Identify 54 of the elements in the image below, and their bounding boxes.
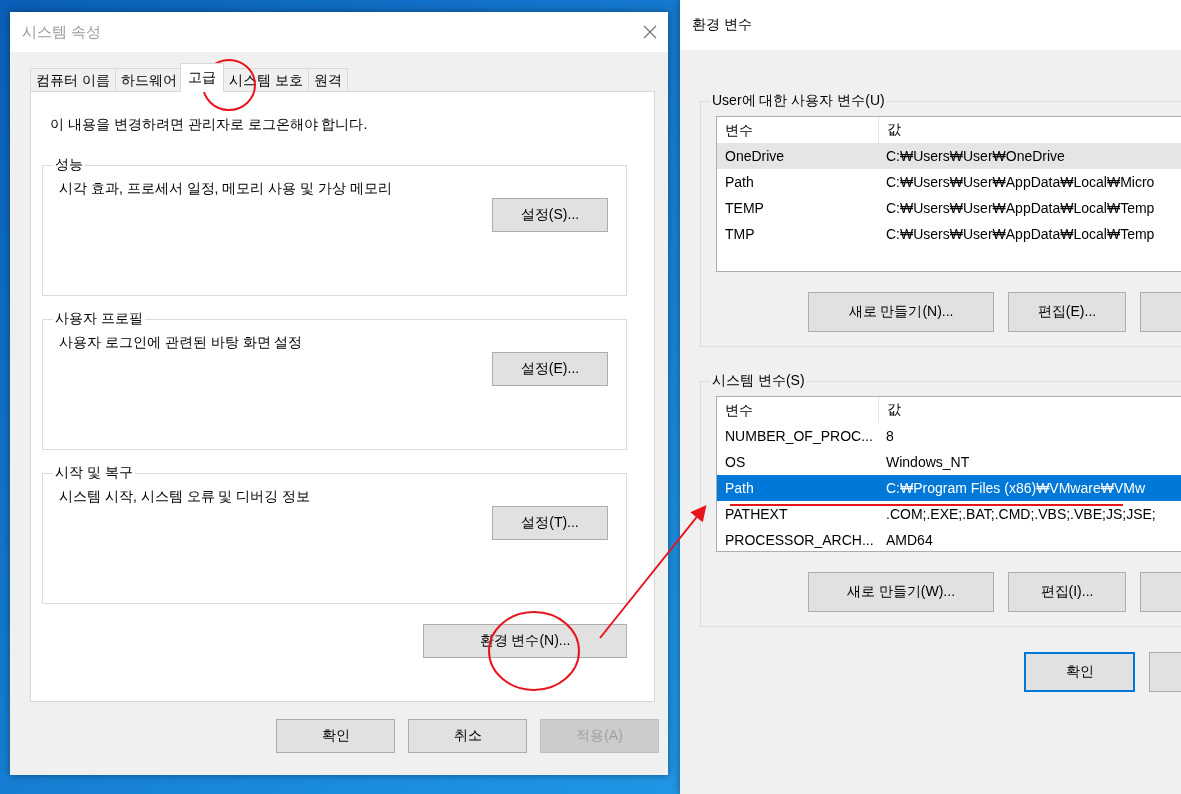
list-row[interactable]: NUMBER_OF_PROC... 8 (717, 423, 1181, 449)
window-title: 시스템 속성 (22, 22, 102, 42)
list-row[interactable]: OS Windows_NT (717, 449, 1181, 475)
variable-value: 8 (885, 428, 894, 444)
variable-value: C:₩Program Files (x86)₩VMware₩VMw (885, 480, 1145, 496)
list-row[interactable]: PATHEXT .COM;.EXE;.BAT;.CMD;.VBS;.VBE;JS;JSE; (717, 501, 1181, 527)
variable-value: C:₩Users₩User₩AppData₩Local₩Temp (885, 200, 1155, 216)
window-title: 환경 변수 (692, 16, 752, 34)
list-action-button[interactable]: 편집(E)... (1008, 292, 1126, 332)
group-description: 시스템 시작, 시스템 오류 및 디버깅 정보 (59, 488, 312, 506)
list-action-button[interactable]: 새로 만들기(W)... (808, 572, 994, 612)
variable-value: AMD64 (885, 532, 933, 548)
list-row[interactable]: OneDrive C:₩Users₩User₩OneDrive (717, 143, 1181, 169)
settings-button[interactable]: 설정(T)... (492, 506, 608, 540)
variable-name: OneDrive (724, 148, 786, 164)
dialog-button[interactable]: 취소 (408, 719, 527, 753)
variable-name: Path (724, 480, 755, 496)
variable-name: TMP (724, 226, 756, 242)
variable-name: PROCESSOR_ARCH... (724, 532, 875, 548)
variable-value: C:₩Users₩User₩AppData₩Local₩Temp (885, 226, 1155, 242)
group-description: 사용자 로그인에 관련된 바탕 화면 설정 (59, 334, 304, 352)
notice-text: 이 내용을 변경하려면 관리자로 로그온해야 합니다. (50, 116, 369, 134)
column-header[interactable]: 값 (879, 401, 901, 419)
list-action-button[interactable]: 편집(I)... (1008, 572, 1126, 612)
list-row[interactable]: TMP C:₩Users₩User₩AppData₩Local₩Temp (717, 221, 1181, 247)
variable-value: Windows_NT (885, 454, 970, 470)
ok-button[interactable]: 확인 (1024, 652, 1136, 692)
list-row[interactable]: TEMP C:₩Users₩User₩AppData₩Local₩Temp (717, 195, 1181, 221)
list-row[interactable]: PROCESSOR_ARCH... AMD64 (717, 527, 1181, 553)
tab[interactable]: 컴퓨터 이름 (30, 68, 116, 92)
group-title: 시작 및 복구 (54, 464, 134, 482)
settings-button[interactable]: 설정(E)... (492, 352, 608, 386)
variable-name: Path (724, 174, 755, 190)
column-header[interactable]: 값 (879, 121, 901, 139)
tab[interactable]: 원격 (307, 68, 348, 92)
tab[interactable]: 고급 (179, 63, 224, 92)
column-header[interactable]: 변수 (717, 397, 879, 423)
variable-name: PATHEXT (724, 506, 789, 522)
variable-value: .COM;.EXE;.BAT;.CMD;.VBS;.VBE;JS;JSE; (885, 506, 1156, 522)
list-action-button[interactable]: 새로 만들기(N)... (808, 292, 994, 332)
variable-value: C:₩Users₩User₩AppData₩Local₩Micro (885, 174, 1155, 190)
group-description: 시각 효과, 프로세서 일정, 메모리 사용 및 가상 메모리 (59, 180, 393, 198)
variable-name: TEMP (724, 200, 765, 216)
group-title: 성능 (54, 156, 84, 174)
variable-name: NUMBER_OF_PROC... (724, 428, 874, 444)
dialog-button[interactable]: 확인 (276, 719, 395, 753)
list-row[interactable]: Path C:₩Users₩User₩AppData₩Local₩Micro (717, 169, 1181, 195)
group-title: 시스템 변수(S) (711, 372, 806, 390)
list-row[interactable]: Path C:₩Program Files (x86)₩VMware₩VMw (717, 475, 1181, 501)
variable-name: OS (724, 454, 747, 470)
variable-value: C:₩Users₩User₩OneDrive (885, 148, 1065, 164)
settings-button[interactable]: 설정(S)... (492, 198, 608, 232)
group-title: User에 대한 사용자 변수(U) (711, 92, 886, 110)
group-title: 사용자 프로필 (54, 310, 144, 328)
